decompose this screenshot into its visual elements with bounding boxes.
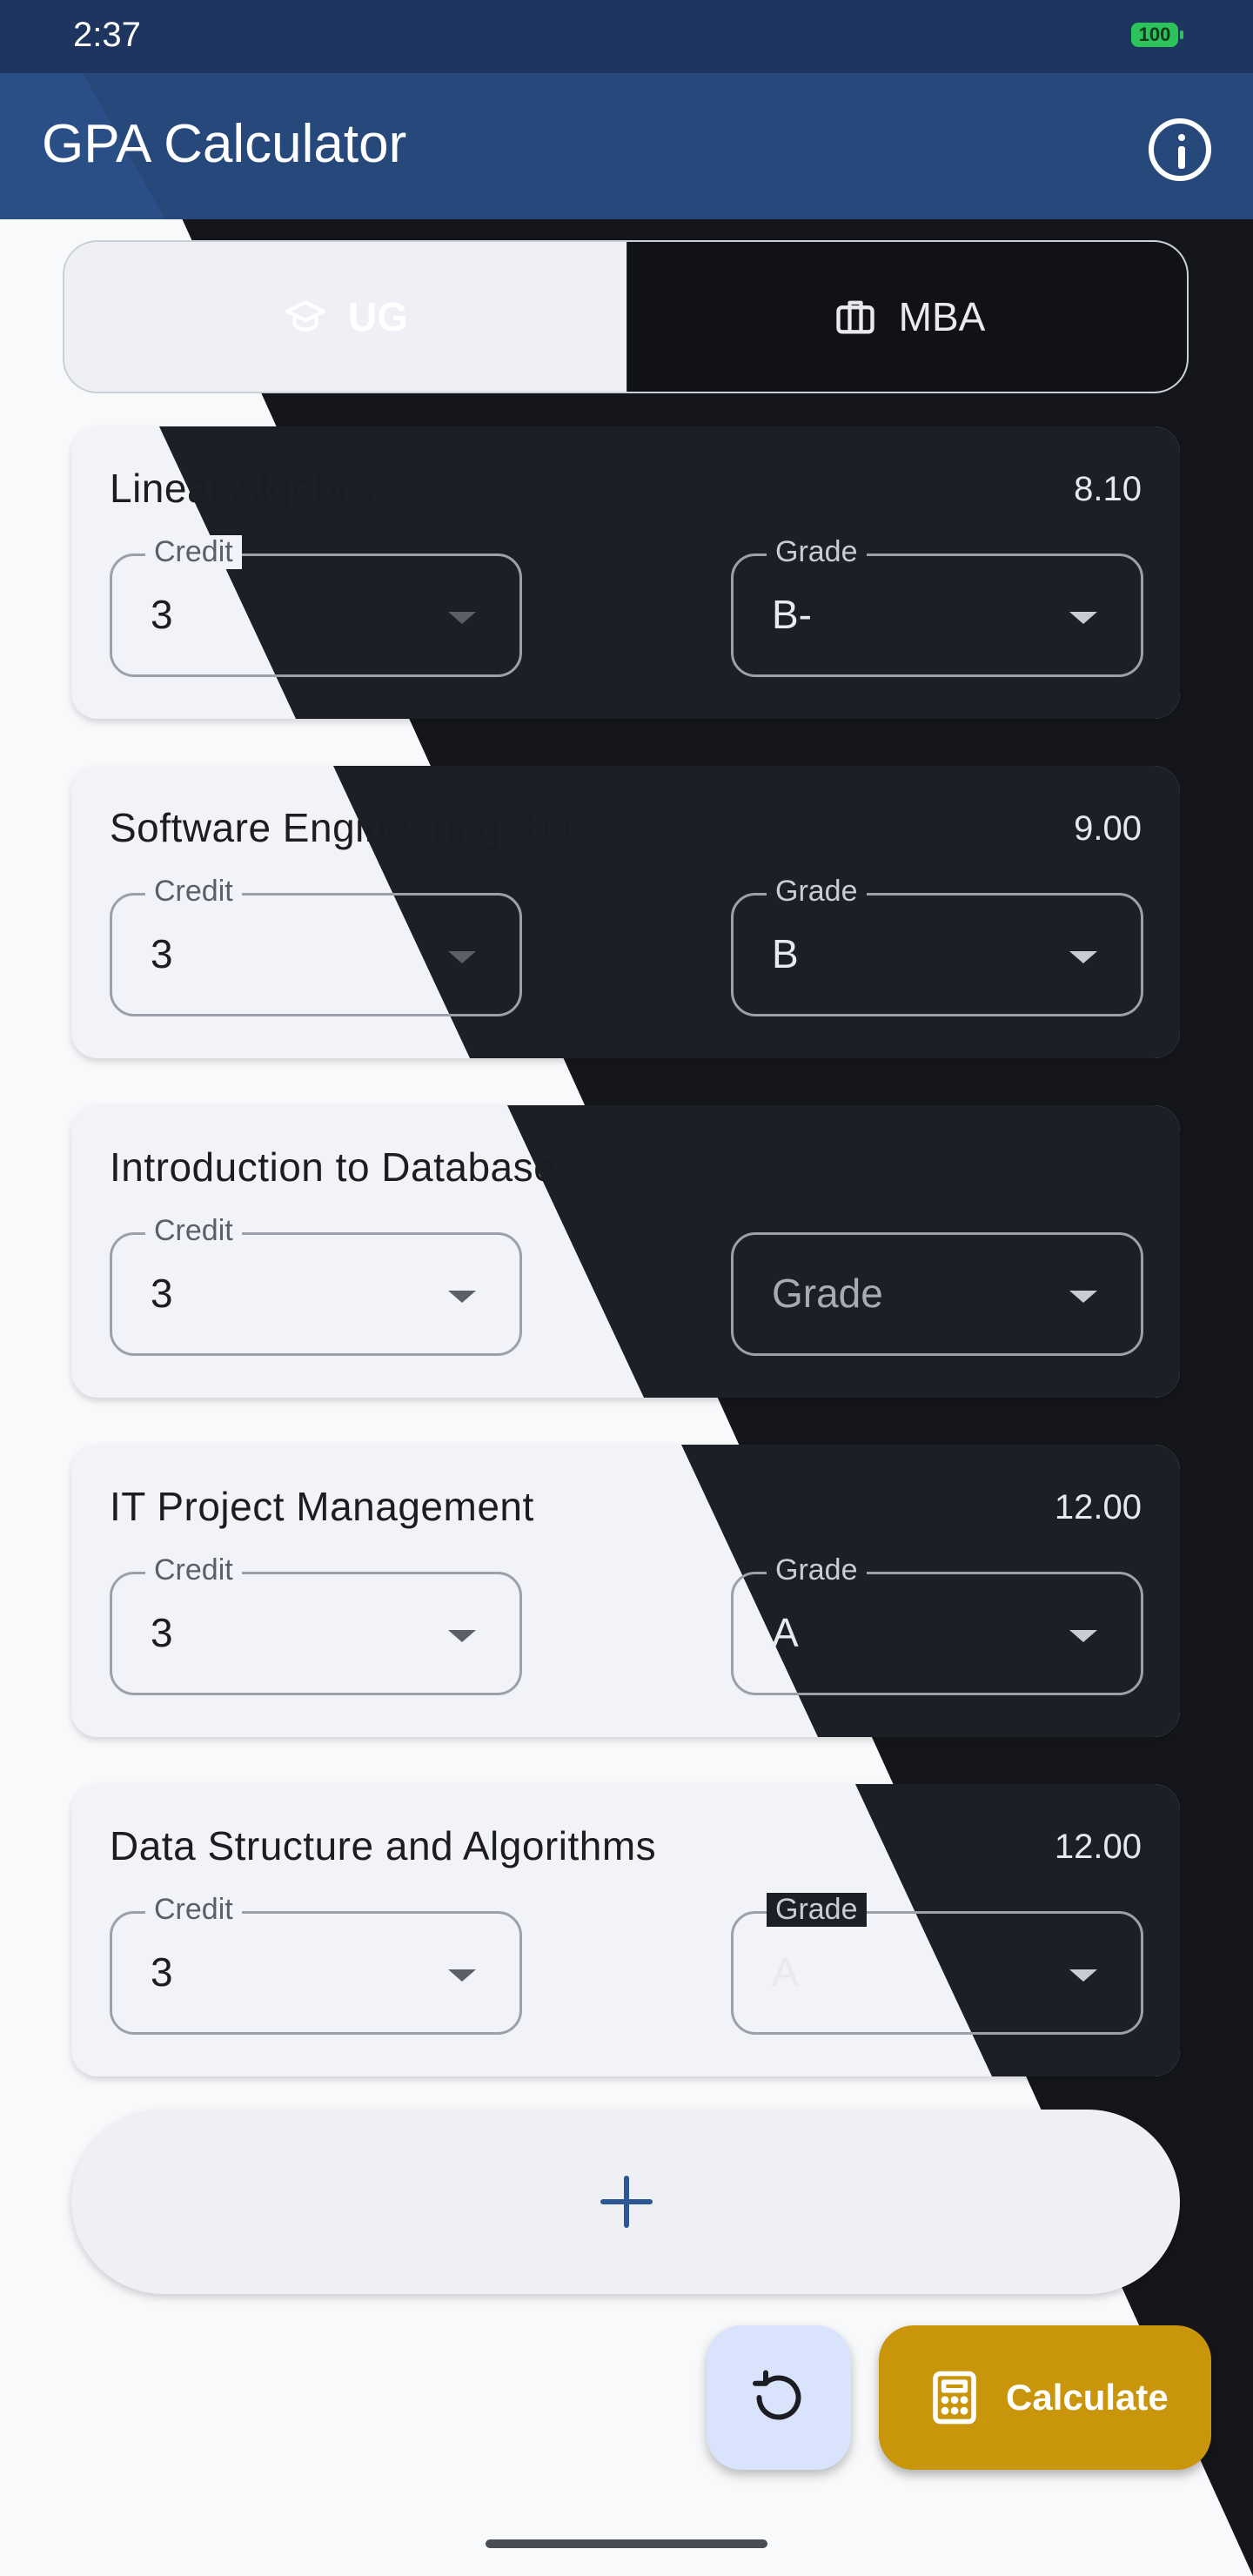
grade-dropdown[interactable]: Grade A (731, 1893, 1143, 2035)
dropdown-arrow-icon (1069, 612, 1097, 624)
grade-label: Grade (767, 1893, 867, 1927)
calculator-icon (933, 2371, 976, 2425)
course-card: Linear Algebra 8.10 Credit 3 Grade B- (71, 426, 1180, 719)
credit-dropdown[interactable]: Credit 3 (110, 1893, 522, 2035)
grade-value: B (772, 931, 799, 976)
course-grade-points: 9.00 (1074, 809, 1142, 848)
grade-value: A (772, 1949, 799, 1995)
tab-ug-label: UG (348, 294, 408, 339)
credit-dropdown[interactable]: Credit 3 (110, 1214, 522, 1356)
graduation-cap-icon (285, 300, 325, 332)
credit-dropdown[interactable]: Credit 3 (110, 875, 522, 1016)
credit-label: Credit (145, 1214, 242, 1248)
course-name[interactable]: Software Engineering 311 (110, 804, 578, 851)
dropdown-arrow-icon (1069, 1630, 1097, 1642)
dropdown-arrow-icon (1069, 1969, 1097, 1982)
status-time: 2:37 (73, 16, 141, 54)
status-bar: 2:37 100 (0, 0, 1253, 73)
credit-dropdown[interactable]: Credit 3 (110, 535, 522, 677)
grade-value: A (772, 1610, 799, 1655)
credit-value: 3 (151, 592, 173, 637)
dropdown-arrow-icon (448, 612, 476, 624)
dropdown-arrow-icon (448, 1291, 476, 1303)
page-title: GPA Calculator (42, 114, 407, 174)
course-card: Data Structure and Algorithms 12.00 Cred… (71, 1784, 1180, 2076)
reset-button[interactable] (707, 2325, 851, 2470)
battery-icon: 100 (1131, 23, 1183, 47)
info-icon[interactable] (1149, 118, 1211, 181)
course-grade-points: 12.00 (1054, 1488, 1142, 1526)
add-course-button[interactable] (71, 2110, 1180, 2294)
course-name[interactable]: Data Structure and Algorithms (110, 1822, 656, 1869)
credit-label: Credit (145, 535, 242, 569)
credit-value: 3 (151, 931, 173, 976)
dropdown-arrow-icon (448, 951, 476, 963)
grade-label: Grade (767, 875, 867, 909)
plus-icon-stem (624, 2176, 629, 2228)
tab-ug[interactable]: UG (64, 242, 627, 392)
credit-dropdown[interactable]: Credit 3 (110, 1553, 522, 1695)
grade-label: Grade (767, 535, 867, 569)
credit-value: 3 (151, 1949, 173, 1995)
grade-label: Grade (767, 1553, 867, 1587)
course-name[interactable]: Introduction to Database (110, 1144, 556, 1191)
briefcase-icon (835, 300, 874, 334)
credit-label: Credit (145, 1893, 242, 1927)
tab-mba[interactable]: MBA (627, 242, 1187, 392)
grade-value: B- (772, 592, 812, 637)
calculate-button[interactable]: Calculate (879, 2325, 1211, 2470)
grade-dropdown[interactable]: Grade B- (731, 535, 1143, 677)
credit-label: Credit (145, 1553, 242, 1587)
dropdown-arrow-icon (448, 1969, 476, 1982)
grade-dropdown[interactable]: Grade (731, 1232, 1143, 1356)
calculate-label: Calculate (1006, 2377, 1169, 2418)
course-name[interactable]: Linear Algebra (110, 465, 374, 512)
course-card: IT Project Management 12.00 Credit 3 Gra… (71, 1445, 1180, 1737)
course-card: Software Engineering 311 9.00 Credit 3 G… (71, 766, 1180, 1058)
reset-icon (753, 2370, 801, 2420)
grade-dropdown[interactable]: Grade B (731, 875, 1143, 1016)
course-name[interactable]: IT Project Management (110, 1483, 534, 1530)
credit-label: Credit (145, 875, 242, 909)
dropdown-arrow-icon (1069, 951, 1097, 963)
credit-value: 3 (151, 1610, 173, 1655)
course-card: Introduction to Database Credit 3 Grade (71, 1105, 1180, 1398)
credit-value: 3 (151, 1271, 173, 1316)
course-grade-points: 12.00 (1054, 1828, 1142, 1866)
grade-dropdown[interactable]: Grade A (731, 1553, 1143, 1695)
dropdown-arrow-icon (1069, 1291, 1097, 1303)
home-indicator[interactable] (486, 2539, 767, 2548)
dropdown-arrow-icon (448, 1630, 476, 1642)
grade-placeholder: Grade (772, 1271, 883, 1316)
tab-mba-label: MBA (898, 294, 986, 339)
program-selector: UG MBA (63, 240, 1189, 393)
course-grade-points: 8.10 (1074, 470, 1142, 508)
